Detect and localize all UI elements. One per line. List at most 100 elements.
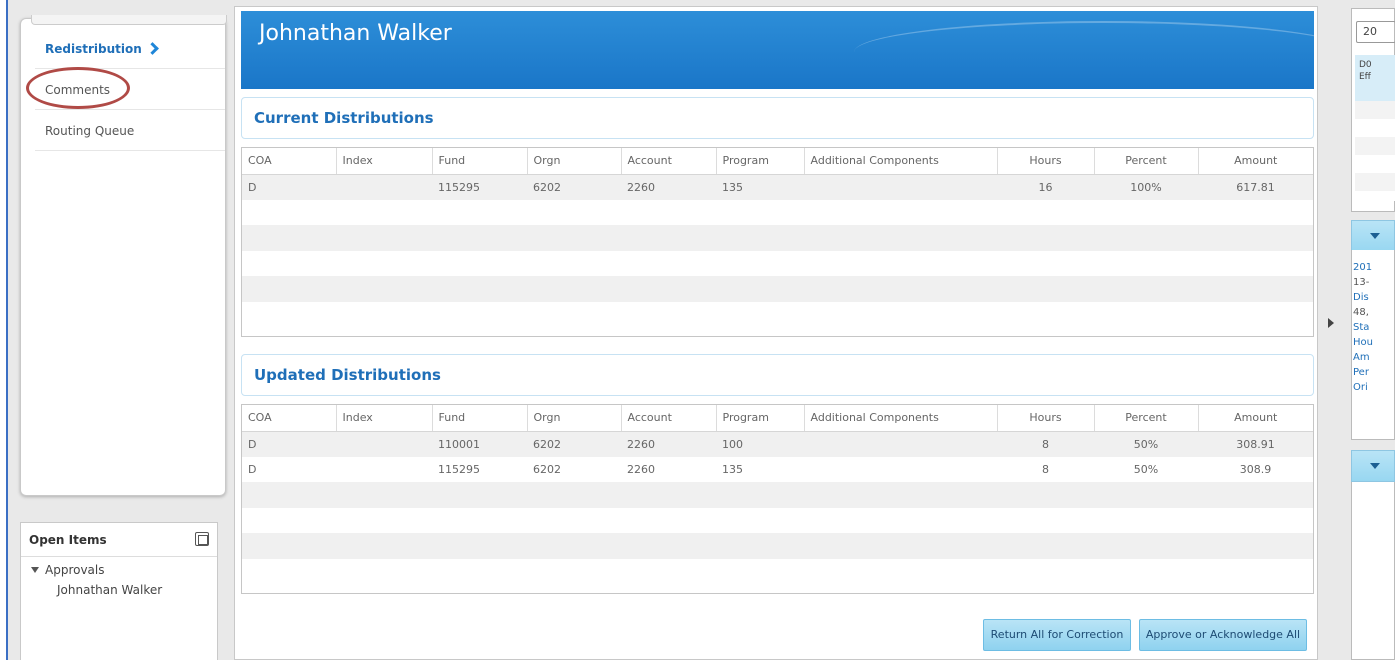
column-header[interactable]: Orgn: [527, 405, 622, 432]
cell-account: 2260: [627, 462, 655, 476]
column-header[interactable]: Account: [621, 148, 717, 175]
cell-account: 2260: [621, 431, 716, 457]
tree-node-approvals[interactable]: Approvals: [21, 557, 217, 577]
right-panel-section-header[interactable]: [1351, 450, 1395, 482]
column-header[interactable]: Hours: [997, 148, 1095, 175]
info-line: D0: [1359, 60, 1372, 70]
nav-item-routing-queue[interactable]: Routing Queue: [35, 111, 225, 151]
empty-row: [242, 533, 1313, 559]
table-row[interactable]: D 115295 6202 2260 135 8 50% 308.9: [242, 457, 1313, 483]
cell-amount: 308.9: [1239, 462, 1272, 476]
column-header[interactable]: Additional Components: [804, 148, 998, 175]
column-header[interactable]: Index: [336, 148, 433, 175]
current-distributions-header: Current Distributions: [241, 97, 1314, 139]
right-panel: 20 D0 Eff 201 13- Dis 48, Sta Hou Am Per…: [1342, 0, 1395, 660]
right-panel-info: D0 Eff: [1355, 55, 1395, 101]
column-header[interactable]: Program: [716, 148, 805, 175]
cell-index: [336, 174, 432, 200]
updated-distributions-header: Updated Distributions: [241, 354, 1314, 396]
right-panel-section-body: 201 13- Dis 48, Sta Hou Am Per Ori: [1351, 250, 1395, 440]
approve-all-button[interactable]: Approve or Acknowledge All: [1139, 619, 1307, 651]
column-header[interactable]: Percent: [1094, 405, 1199, 432]
cell-orgn: 6202: [527, 431, 621, 457]
detail-line[interactable]: Sta: [1352, 320, 1394, 335]
detail-line: 48,: [1353, 307, 1369, 318]
column-header[interactable]: Fund: [432, 405, 528, 432]
nav-panel-tab: [31, 15, 227, 25]
cell-orgn: 6202: [533, 462, 561, 476]
empty-row: [242, 302, 1313, 328]
right-panel-top: 20 D0 Eff: [1351, 8, 1395, 212]
column-header[interactable]: Percent: [1094, 148, 1199, 175]
detail-line[interactable]: Per: [1352, 365, 1394, 380]
cell-additional: [804, 174, 997, 200]
collapse-triangle-icon[interactable]: [1370, 233, 1380, 239]
table-header-row: COA Index Fund Orgn Account Program Addi…: [242, 405, 1313, 432]
detail-line[interactable]: 201: [1352, 260, 1394, 275]
column-header[interactable]: Account: [621, 405, 717, 432]
cell-program: 100: [716, 431, 804, 457]
cell-additional: [804, 457, 997, 483]
header-banner: Johnathan Walker: [241, 11, 1314, 89]
empty-row: [242, 482, 1313, 508]
nav-item-redistribution[interactable]: Redistribution: [35, 29, 225, 69]
column-header[interactable]: Index: [336, 405, 433, 432]
cell-program: 135: [716, 174, 804, 200]
nav-item-label: Redistribution: [45, 42, 142, 56]
detail-line[interactable]: Am: [1352, 350, 1394, 365]
open-items-panel: Open Items Approvals Johnathan Walker: [20, 522, 218, 660]
column-header[interactable]: Orgn: [527, 148, 622, 175]
empty-row: [242, 251, 1313, 277]
cell-hours: 8: [997, 431, 1094, 457]
main-content: Johnathan Walker Current Distributions C…: [234, 6, 1318, 660]
cell-fund: 115295: [432, 174, 527, 200]
cell-index: [336, 431, 432, 457]
column-header[interactable]: COA: [242, 148, 337, 175]
collapse-triangle-icon[interactable]: [1370, 463, 1380, 469]
section-title: Updated Distributions: [254, 366, 441, 384]
column-header[interactable]: COA: [242, 405, 337, 432]
column-header[interactable]: Hours: [997, 405, 1095, 432]
tree-node-label: Approvals: [45, 563, 105, 577]
expand-triangle-icon[interactable]: [31, 567, 39, 573]
cell-percent: 50%: [1094, 431, 1198, 457]
tree-leaf-entry[interactable]: Johnathan Walker: [21, 577, 217, 597]
highlight-ring: [26, 67, 130, 109]
column-header[interactable]: Program: [716, 405, 805, 432]
cell-index: [336, 457, 432, 483]
table-row[interactable]: D 110001 6202 2260 100 8 50% 308.91: [242, 431, 1313, 457]
column-header[interactable]: Amount: [1198, 405, 1313, 432]
section-title: Current Distributions: [254, 109, 434, 127]
detail-line: 13-: [1353, 277, 1370, 288]
updated-distributions-table: COA Index Fund Orgn Account Program Addi…: [241, 404, 1314, 594]
empty-row: [242, 276, 1313, 302]
right-panel-section-header[interactable]: [1351, 220, 1395, 252]
cell-orgn: 6202: [527, 174, 621, 200]
column-header[interactable]: Additional Components: [804, 405, 998, 432]
maximize-icon[interactable]: [195, 532, 209, 546]
cell-program: 135: [722, 462, 743, 476]
nav-item-label: Routing Queue: [45, 124, 135, 138]
cell-hours: 8: [1042, 462, 1049, 476]
column-header[interactable]: Amount: [1198, 148, 1313, 175]
panel-splitter[interactable]: [1318, 0, 1342, 660]
cell-percent: 50%: [1133, 462, 1159, 476]
cell-fund: 115295: [438, 462, 480, 476]
cell-amount: 308.91: [1198, 431, 1313, 457]
cell-additional: [804, 431, 997, 457]
cell-account: 2260: [621, 174, 716, 200]
cell-hours: 16: [997, 174, 1094, 200]
return-all-button[interactable]: Return All for Correction: [983, 619, 1131, 651]
empty-row: [242, 225, 1313, 251]
detail-line[interactable]: Ori: [1352, 380, 1394, 395]
right-panel-input[interactable]: 20: [1356, 21, 1395, 43]
info-line: Eff: [1359, 72, 1371, 82]
detail-line[interactable]: Hou: [1352, 335, 1394, 350]
table-row[interactable]: D 115295 6202 2260 135 16 100% 617.81: [242, 174, 1313, 200]
expand-right-icon[interactable]: [1328, 318, 1334, 328]
cell-coa: D: [242, 174, 336, 200]
right-panel-section-body: [1351, 482, 1395, 660]
current-distributions-table: COA Index Fund Orgn Account Program Addi…: [241, 147, 1314, 337]
detail-line[interactable]: Dis: [1352, 290, 1394, 305]
column-header[interactable]: Fund: [432, 148, 528, 175]
